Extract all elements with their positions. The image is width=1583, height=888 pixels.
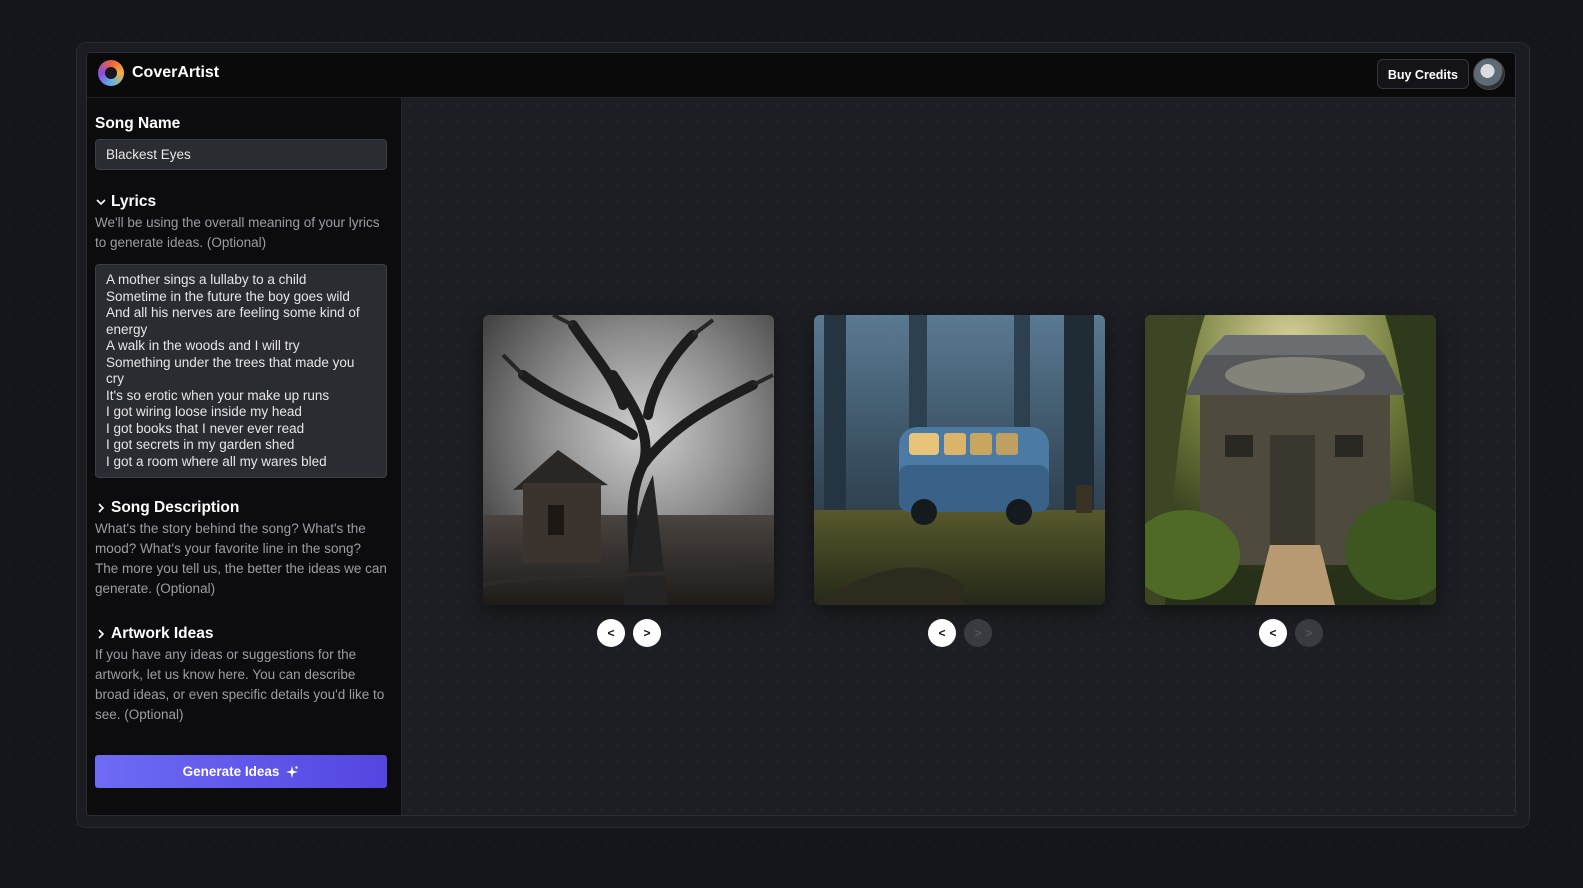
buy-credits-button[interactable]: Buy Credits: [1376, 59, 1469, 89]
brand-name: CoverArtist: [132, 64, 220, 81]
artwork-ideas-label: Artwork Ideas: [111, 625, 214, 642]
user-avatar[interactable]: [1473, 58, 1505, 90]
garden-shed-image: [1145, 315, 1436, 605]
chevron-right-icon: [98, 629, 105, 639]
misty-tree-image: [483, 315, 774, 605]
chevron-down-icon: [96, 199, 106, 206]
blue-van-image: [814, 315, 1105, 605]
sparkle-icon: [286, 765, 299, 778]
sidebar-form: Song Name Lyrics We'll be using the over…: [87, 98, 402, 815]
song-description-label: Song Description: [111, 499, 240, 516]
generate-ideas-label: Generate Ideas: [182, 764, 280, 779]
artwork-card-2[interactable]: [814, 315, 1105, 605]
card-1-prev-button[interactable]: <: [597, 619, 625, 647]
artwork-ideas-help-text: If you have any ideas or suggestions for…: [95, 647, 385, 722]
card-3-next-button[interactable]: >: [1295, 619, 1323, 647]
lyrics-help-text: We'll be using the overall meaning of yo…: [95, 215, 380, 250]
top-bar: CoverArtist Buy Credits: [87, 53, 1515, 98]
chevron-right-icon: [98, 503, 105, 513]
artwork-ideas-toggle[interactable]: Artwork Ideas: [95, 625, 214, 643]
song-name-label: Song Name: [95, 115, 181, 132]
card-2-next-button[interactable]: >: [964, 619, 992, 647]
lyrics-toggle[interactable]: Lyrics: [95, 193, 156, 211]
song-description-toggle[interactable]: Song Description: [95, 499, 239, 517]
app-window: CoverArtist Buy Credits Song Name Lyrics…: [86, 52, 1516, 816]
lyrics-label: Lyrics: [111, 193, 157, 210]
artwork-card-1[interactable]: [483, 315, 774, 605]
song-name-input[interactable]: [95, 139, 387, 170]
artwork-card-3[interactable]: [1145, 315, 1436, 605]
card-1-next-button[interactable]: >: [633, 619, 661, 647]
generate-ideas-button[interactable]: Generate Ideas: [95, 755, 387, 788]
brand[interactable]: CoverArtist: [98, 60, 219, 86]
card-3-prev-button[interactable]: <: [1259, 619, 1287, 647]
coverartist-logo-icon: [98, 60, 124, 86]
song-description-help-text: What's the story behind the song? What's…: [95, 521, 387, 596]
results-canvas: < > < > < >: [402, 98, 1515, 815]
card-2-prev-button[interactable]: <: [928, 619, 956, 647]
lyrics-textarea[interactable]: [95, 264, 387, 478]
